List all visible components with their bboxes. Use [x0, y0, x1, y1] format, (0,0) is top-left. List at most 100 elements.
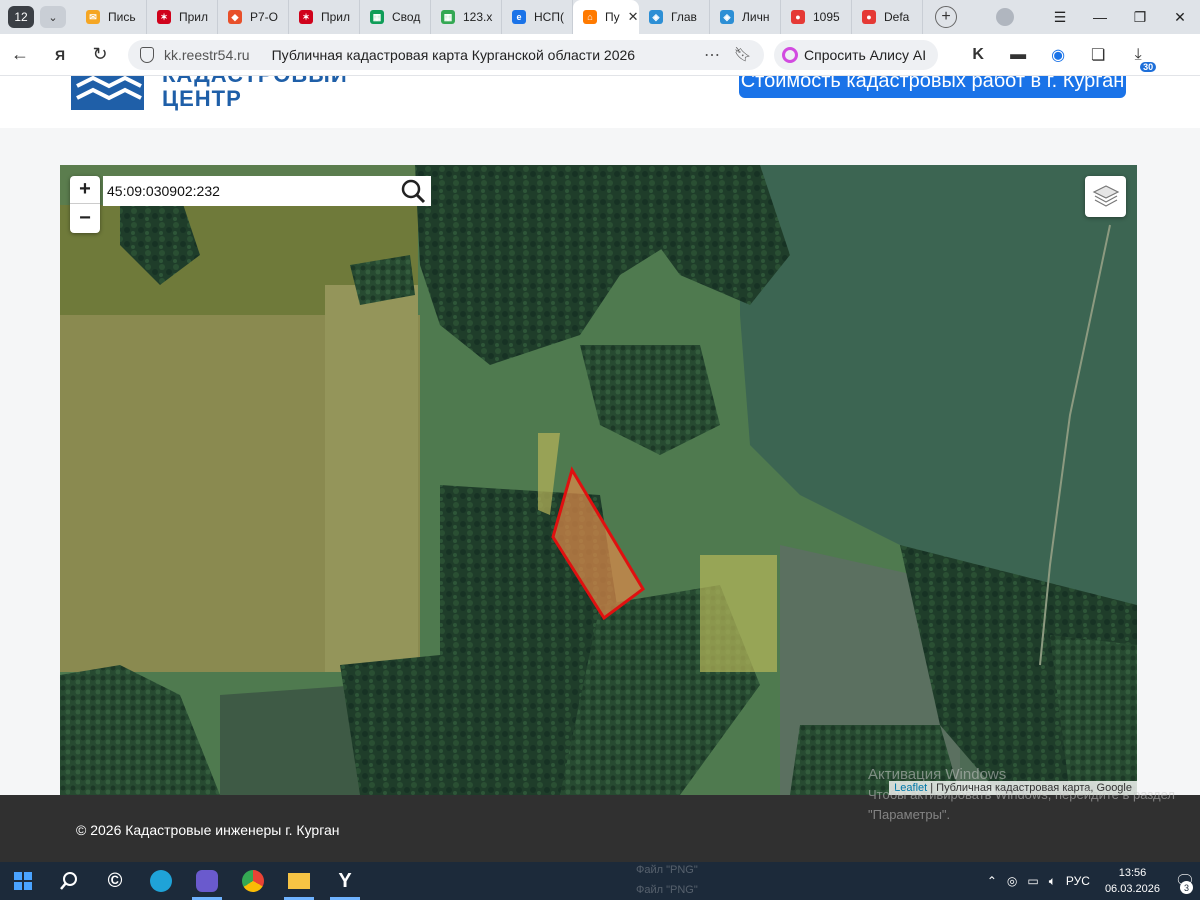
- background-window-text-1: Файл "PNG": [636, 864, 698, 876]
- site-header: КАДАСТРОВЫЙ ЦЕНТР Стоимость кадастровых …: [0, 76, 1200, 128]
- tab-label: 1095: [813, 10, 840, 24]
- logo-text-line2[interactable]: ЦЕНТР: [162, 86, 242, 112]
- tab-favicon-icon: ⌂: [583, 10, 597, 24]
- start-windows-icon[interactable]: [0, 862, 46, 900]
- tab-favicon-icon: ▦: [370, 10, 384, 24]
- tab-favicon-icon: ▦: [441, 10, 455, 24]
- tray-network-icon[interactable]: ▭: [1027, 874, 1038, 888]
- tab-label: 123.x: [463, 10, 493, 24]
- tab-label: Р7-О: [250, 10, 279, 24]
- notifications-icon[interactable]: 🗨︎ 3: [1170, 862, 1200, 900]
- messenger-app-icon[interactable]: [184, 862, 230, 900]
- tray-chevron-up-icon[interactable]: ⌃: [987, 874, 997, 888]
- cadastral-map[interactable]: + − Leaflet | Публичная кадастровая карт…: [60, 165, 1137, 795]
- tab-favicon-icon: ●: [862, 10, 876, 24]
- browser-tab[interactable]: ● Defa: [852, 0, 923, 34]
- yandex-home-icon[interactable]: Я: [40, 47, 80, 63]
- system-tray: ⌃ ◎ ▭ 🔈︎ РУС 13:56 06.03.2026 🗨︎ 3: [982, 862, 1200, 900]
- tab-list: ✉ Пись ✶ Прил ◆ Р7-О ✶ Прил ▦ Свод ▦ 123.x e НСП( ⌂ Пу ✕…: [76, 0, 923, 34]
- site-footer: © 2026 Кадастровые инженеры г. Курган Ак…: [0, 766, 1200, 862]
- windows-taskbar: © Y Файл "PNG" Файл "PNG" ⌃ ◎ ▭ 🔈︎ РУС 1…: [0, 862, 1200, 900]
- copyright-text: © 2026 Кадастровые инженеры г. Курган: [76, 822, 340, 838]
- url-field[interactable]: kk.reestr54.ru Публичная кадастровая кар…: [128, 39, 764, 70]
- tab-label: Прил: [321, 10, 351, 24]
- browser-tab[interactable]: ● 1095: [781, 0, 852, 34]
- logo-icon[interactable]: [71, 76, 144, 110]
- cadastral-number-input[interactable]: [103, 177, 395, 205]
- new-tab-button[interactable]: +: [935, 6, 957, 28]
- browser-tab[interactable]: ▦ Свод: [360, 0, 431, 34]
- browser-tab[interactable]: ✉ Пись: [76, 0, 147, 34]
- kinopoisk-extension-icon[interactable]: K: [958, 46, 998, 64]
- bookmark-icon[interactable]: 🔖︎: [734, 46, 764, 63]
- pocket-extension-icon[interactable]: ▬: [998, 46, 1038, 64]
- tab-label: Личн: [742, 10, 770, 24]
- yandex-browser-icon[interactable]: Y: [322, 862, 368, 900]
- page-title: Публичная кадастровая карта Курганской о…: [271, 46, 636, 63]
- url-domain: kk.reestr54.ru: [164, 46, 250, 63]
- zoom-in-button[interactable]: +: [70, 176, 100, 204]
- background-window-text-2: Файл "PNG": [636, 884, 698, 896]
- close-window-button[interactable]: ✕: [1160, 9, 1200, 26]
- tab-favicon-icon: e: [512, 10, 526, 24]
- pricing-button[interactable]: Стоимость кадастровых работ в г. Курган: [739, 76, 1126, 98]
- notification-count: 3: [1180, 881, 1193, 894]
- tab-favicon-icon: ✶: [157, 10, 171, 24]
- tab-label: Пу: [605, 10, 620, 24]
- tab-favicon-icon: ✶: [299, 10, 313, 24]
- reload-icon[interactable]: ↻: [80, 44, 120, 65]
- chrome-browser-icon[interactable]: [230, 862, 276, 900]
- tab-label: Прил: [179, 10, 209, 24]
- downloads-icon[interactable]: ⤓ 30: [1118, 46, 1158, 72]
- tab-label: Пись: [108, 10, 136, 24]
- tray-meet-icon[interactable]: ◎: [1007, 874, 1017, 888]
- zoom-out-button[interactable]: −: [70, 204, 100, 232]
- tab-favicon-icon: ◈: [720, 10, 734, 24]
- tab-favicon-icon: ✉: [86, 10, 100, 24]
- tab-favicon-icon: ●: [791, 10, 805, 24]
- minimize-button[interactable]: —: [1080, 9, 1120, 25]
- search-taskbar-icon[interactable]: [46, 862, 92, 900]
- browser-tab[interactable]: ⌂ Пу ✕: [573, 0, 639, 34]
- vpn-extension-icon[interactable]: ◉: [1038, 45, 1078, 65]
- downloads-badge: 30: [1140, 61, 1157, 72]
- browser-menu-icon[interactable]: ☰: [1040, 9, 1080, 26]
- tab-label: НСП(: [534, 10, 564, 24]
- restore-button[interactable]: ❐: [1120, 9, 1160, 26]
- tab-list-chevron-icon[interactable]: ⌄: [40, 6, 66, 28]
- browser-tab[interactable]: ✶ Прил: [289, 0, 360, 34]
- tab-label: Свод: [392, 10, 421, 24]
- search-icon[interactable]: [395, 176, 431, 206]
- tab-count-button[interactable]: 12: [8, 6, 34, 28]
- tray-volume-icon[interactable]: 🔈︎: [1049, 874, 1056, 889]
- clock-date: 06.03.2026: [1104, 883, 1160, 895]
- browser-tab[interactable]: ◆ Р7-О: [218, 0, 289, 34]
- shield-icon[interactable]: [140, 46, 154, 63]
- browser-tab[interactable]: e НСП(: [502, 0, 573, 34]
- satellite-imagery: [60, 165, 1137, 795]
- cadastral-search-box: [103, 176, 431, 206]
- tab-close-icon[interactable]: ✕: [628, 9, 639, 25]
- collections-icon[interactable]: ❏: [1078, 45, 1118, 65]
- ask-alice-button[interactable]: Спросить Алису AI: [774, 39, 939, 70]
- browser-tab[interactable]: ▦ 123.x: [431, 0, 502, 34]
- file-explorer-icon[interactable]: [276, 862, 322, 900]
- language-indicator[interactable]: РУС: [1066, 874, 1090, 888]
- profile-avatar[interactable]: [996, 8, 1014, 26]
- ask-alice-label: Спросить Алису AI: [804, 46, 927, 63]
- browser-tab[interactable]: ◈ Глав: [639, 0, 710, 34]
- clock-time: 13:56: [1118, 867, 1147, 879]
- back-arrow-icon[interactable]: ←: [0, 44, 40, 65]
- more-dots-icon[interactable]: ⋯: [704, 45, 734, 65]
- edge-browser-icon[interactable]: [138, 862, 184, 900]
- browser-tab[interactable]: ✶ Прил: [147, 0, 218, 34]
- browser-tab[interactable]: ◈ Личн: [710, 0, 781, 34]
- layers-icon[interactable]: [1085, 176, 1126, 217]
- clock[interactable]: 13:56 06.03.2026: [1105, 865, 1160, 897]
- address-bar-row: ← Я ↻ kk.reestr54.ru Публичная кадастров…: [0, 34, 1200, 76]
- tab-favicon-icon: ◆: [228, 10, 242, 24]
- windows-activation-watermark: Активация Windows Чтобы активировать Win…: [868, 765, 1188, 825]
- tab-favicon-icon: ◈: [649, 10, 663, 24]
- app-c-icon[interactable]: ©: [92, 862, 138, 900]
- alice-icon: [782, 46, 798, 63]
